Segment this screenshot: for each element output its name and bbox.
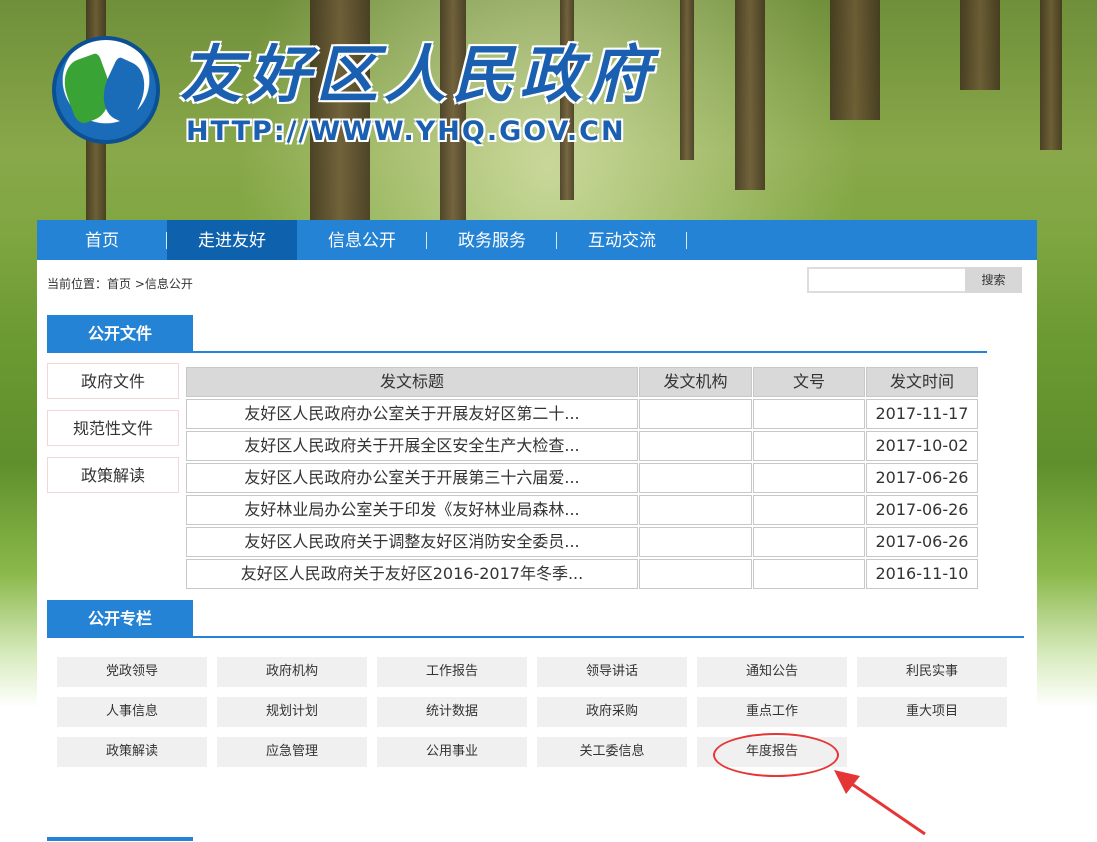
content-panel: 首页 走进友好 信息公开 政务服务 互动交流 当前位置：首页 >信息公开 搜索 … <box>37 220 1037 842</box>
table-row[interactable]: 友好林业局办公室关于印发《友好林业局森林... 2017-06-26 <box>186 494 979 526</box>
side-item-normative-docs[interactable]: 规范性文件 <box>47 410 179 446</box>
doc-number <box>753 399 865 429</box>
column-link[interactable]: 公用事业 <box>377 737 527 767</box>
table-row[interactable]: 友好区人民政府办公室关于开展第三十六届爱... 2017-06-26 <box>186 462 979 494</box>
doc-org <box>639 463 752 493</box>
annotation-arrow-icon <box>834 770 926 836</box>
doc-org <box>639 399 752 429</box>
doc-number <box>753 463 865 493</box>
column-link[interactable]: 重点工作 <box>697 697 847 727</box>
nav-item-interaction[interactable]: 互动交流 <box>557 220 687 260</box>
doc-title-link[interactable]: 友好区人民政府办公室关于开展友好区第二十... <box>186 399 638 429</box>
doc-title-link[interactable]: 友好区人民政府关于友好区2016-2017年冬季... <box>186 559 638 589</box>
nav-item-about[interactable]: 走进友好 <box>167 220 297 260</box>
doc-number <box>753 495 865 525</box>
column-link[interactable]: 应急管理 <box>217 737 367 767</box>
side-item-policy-interpretation[interactable]: 政策解读 <box>47 457 179 493</box>
table-header-row: 发文标题 发文机构 文号 发文时间 <box>186 366 979 398</box>
site-title: 友好区人民政府 <box>180 38 657 111</box>
section-tab-public-columns[interactable]: 公开专栏 <box>47 600 193 638</box>
doc-date: 2017-10-02 <box>866 431 978 461</box>
column-header-doc-number: 文号 <box>753 367 865 397</box>
site-url: HTTP://WWW.YHQ.GOV.CN <box>186 116 626 147</box>
tree-trunk <box>1040 0 1062 150</box>
column-link[interactable]: 政策解读 <box>57 737 207 767</box>
doc-date: 2016-11-10 <box>866 559 978 589</box>
column-link[interactable]: 领导讲话 <box>537 657 687 687</box>
section-tab-public-files[interactable]: 公开文件 <box>47 315 193 353</box>
doc-title-link[interactable]: 友好区人民政府关于开展全区安全生产大检查... <box>186 431 638 461</box>
site-logo[interactable] <box>52 36 160 144</box>
doc-org <box>639 559 752 589</box>
table-row[interactable]: 友好区人民政府关于友好区2016-2017年冬季... 2016-11-10 <box>186 558 979 590</box>
doc-number <box>753 431 865 461</box>
search-button[interactable]: 搜索 <box>965 267 1022 293</box>
nav-item-info-public[interactable]: 信息公开 <box>297 220 427 260</box>
doc-org <box>639 495 752 525</box>
doc-date: 2017-11-17 <box>866 399 978 429</box>
doc-date: 2017-06-26 <box>866 463 978 493</box>
highlight-ellipse <box>713 733 839 777</box>
table-row[interactable]: 友好区人民政府关于开展全区安全生产大检查... 2017-10-02 <box>186 430 979 462</box>
tree-trunk <box>680 0 694 160</box>
documents-table: 发文标题 发文机构 文号 发文时间 友好区人民政府办公室关于开展友好区第二十..… <box>186 366 979 590</box>
section-header-public-files: 公开文件 <box>47 315 987 353</box>
column-header-org: 发文机构 <box>639 367 752 397</box>
doc-number <box>753 527 865 557</box>
table-row[interactable]: 友好区人民政府办公室关于开展友好区第二十... 2017-11-17 <box>186 398 979 430</box>
column-link[interactable]: 通知公告 <box>697 657 847 687</box>
nav-item-home[interactable]: 首页 <box>37 220 167 260</box>
tree-trunk <box>830 0 880 120</box>
column-link[interactable]: 人事信息 <box>57 697 207 727</box>
doc-org <box>639 527 752 557</box>
column-link[interactable]: 重大项目 <box>857 697 1007 727</box>
main-nav: 首页 走进友好 信息公开 政务服务 互动交流 <box>37 220 1037 260</box>
tree-trunk <box>960 0 1000 90</box>
doc-org <box>639 431 752 461</box>
doc-title-link[interactable]: 友好区人民政府办公室关于开展第三十六届爱... <box>186 463 638 493</box>
section-header-public-columns: 公开专栏 <box>47 600 1024 638</box>
column-link[interactable]: 统计数据 <box>377 697 527 727</box>
table-row[interactable]: 友好区人民政府关于调整友好区消防安全委员... 2017-06-26 <box>186 526 979 558</box>
doc-title-link[interactable]: 友好林业局办公室关于印发《友好林业局森林... <box>186 495 638 525</box>
doc-number <box>753 559 865 589</box>
column-link[interactable]: 关工委信息 <box>537 737 687 767</box>
column-link[interactable]: 政府采购 <box>537 697 687 727</box>
column-link[interactable]: 工作报告 <box>377 657 527 687</box>
side-item-gov-docs[interactable]: 政府文件 <box>47 363 179 399</box>
section-bottom-bar <box>47 837 193 841</box>
breadcrumb: 当前位置：首页 >信息公开 <box>47 277 193 291</box>
tree-trunk <box>735 0 765 190</box>
column-link[interactable]: 规划计划 <box>217 697 367 727</box>
column-link[interactable]: 利民实事 <box>857 657 1007 687</box>
search-input[interactable] <box>807 267 967 293</box>
nav-item-gov-service[interactable]: 政务服务 <box>427 220 557 260</box>
column-link[interactable]: 党政领导 <box>57 657 207 687</box>
column-link[interactable]: 政府机构 <box>217 657 367 687</box>
doc-date: 2017-06-26 <box>866 527 978 557</box>
column-header-date: 发文时间 <box>866 367 978 397</box>
doc-date: 2017-06-26 <box>866 495 978 525</box>
doc-title-link[interactable]: 友好区人民政府关于调整友好区消防安全委员... <box>186 527 638 557</box>
column-header-title: 发文标题 <box>186 367 638 397</box>
